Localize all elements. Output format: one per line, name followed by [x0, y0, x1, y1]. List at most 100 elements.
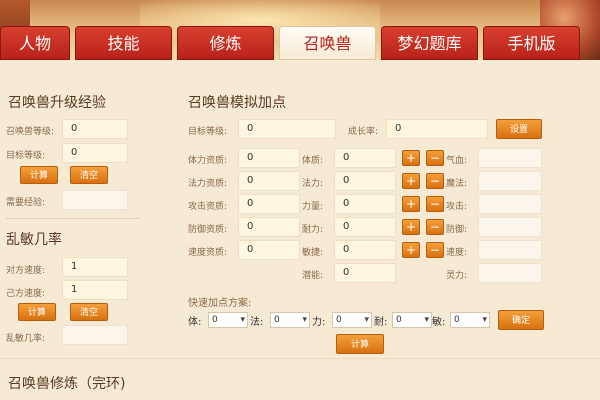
- simulation-panel: 召唤兽模拟加点 目标等级: 0 成长率: 0 设置 体力资质: 0 体质: 0 …: [168, 60, 588, 360]
- need-exp-output: [62, 190, 128, 210]
- enemy-speed-input[interactable]: 1: [62, 257, 128, 277]
- apt-input-mp[interactable]: 0: [238, 171, 300, 191]
- result-output-atk: [478, 194, 542, 214]
- attr-input-end[interactable]: 0: [334, 217, 396, 237]
- sim-calc-button[interactable]: 计算: [336, 334, 384, 354]
- quick-str-select[interactable]: 0 ▾: [332, 312, 372, 328]
- tab-cultivation[interactable]: 修炼: [177, 26, 274, 60]
- plus-button-str[interactable]: +: [402, 196, 420, 212]
- chaos-chance-label: 乱敏几率:: [6, 334, 46, 344]
- quick-str-value: 0: [336, 315, 342, 325]
- chevron-down-icon: ▾: [424, 315, 429, 325]
- growth-label: 成长率:: [348, 127, 379, 137]
- left-divider: [6, 218, 140, 219]
- exp-panel-title: 召唤兽升级经验: [8, 95, 106, 111]
- need-exp-label: 需要经验:: [6, 198, 46, 208]
- tab-question-bank[interactable]: 梦幻题库: [381, 26, 478, 60]
- settings-button[interactable]: 设置: [496, 119, 542, 139]
- sim-target-level-input[interactable]: 0: [238, 119, 336, 139]
- quick-end-value: 0: [396, 315, 402, 325]
- spirit-label: 灵力:: [446, 271, 468, 281]
- result-output-mp: [478, 171, 542, 191]
- main-tabs: 人物 技能 修炼 召唤兽 梦幻题库 手机版: [0, 26, 600, 60]
- footer-section: 召唤兽修炼（完环): [0, 358, 600, 400]
- chevron-down-icon: ▾: [364, 315, 369, 325]
- result-label-def: 防御:: [446, 225, 468, 235]
- left-panel: 召唤兽升级经验 召唤兽等级: 0 目标等级: 0 计算 清空 需要经验: 乱敏几…: [0, 60, 150, 360]
- attr-input-mag[interactable]: 0: [334, 171, 396, 191]
- minus-button-str[interactable]: −: [426, 196, 444, 212]
- plus-button-mag[interactable]: +: [402, 173, 420, 189]
- exp-calc-button[interactable]: 计算: [20, 166, 58, 184]
- quick-agi-select[interactable]: 0 ▾: [450, 312, 490, 328]
- result-output-def: [478, 217, 542, 237]
- attr-label-mag: 法力:: [302, 179, 324, 189]
- apt-label-spd: 速度资质:: [188, 248, 228, 258]
- apt-label-atk: 攻击资质:: [188, 202, 228, 212]
- plus-button-con[interactable]: +: [402, 150, 420, 166]
- result-label-atk: 攻击:: [446, 202, 468, 212]
- attr-label-con: 体质:: [302, 156, 324, 166]
- sim-target-level-label: 目标等级:: [188, 127, 228, 137]
- chaos-panel-title: 乱敏几率: [6, 232, 62, 248]
- quick-con-select[interactable]: 0 ▾: [208, 312, 248, 328]
- attr-input-con[interactable]: 0: [334, 148, 396, 168]
- chaos-clear-button[interactable]: 清空: [70, 303, 108, 321]
- result-label-spd: 速度:: [446, 248, 468, 258]
- current-level-input[interactable]: 0: [62, 119, 128, 139]
- quick-mag-value: 0: [274, 315, 280, 325]
- exp-clear-button[interactable]: 清空: [70, 166, 108, 184]
- chaos-chance-output: [62, 325, 128, 345]
- potential-input[interactable]: 0: [334, 263, 396, 283]
- quick-con-label: 体:: [188, 317, 202, 328]
- potential-label: 潜能:: [302, 271, 324, 281]
- minus-button-mag[interactable]: −: [426, 173, 444, 189]
- result-label-mp: 魔法:: [446, 179, 468, 189]
- chevron-down-icon: ▾: [482, 315, 487, 325]
- apt-label-hp: 体力资质:: [188, 156, 228, 166]
- result-label-hp: 气血:: [446, 156, 468, 166]
- apt-label-mp: 法力资质:: [188, 179, 228, 189]
- attr-label-end: 耐力:: [302, 225, 324, 235]
- chevron-down-icon: ▾: [240, 315, 245, 325]
- chaos-calc-button[interactable]: 计算: [18, 303, 56, 321]
- attr-label-agi: 敏捷:: [302, 248, 324, 258]
- tab-skills[interactable]: 技能: [75, 26, 172, 60]
- quick-mag-select[interactable]: 0 ▾: [270, 312, 310, 328]
- tab-summon-beast[interactable]: 召唤兽: [279, 26, 376, 60]
- chevron-down-icon: ▾: [302, 315, 307, 325]
- tab-character[interactable]: 人物: [0, 26, 70, 60]
- plus-button-end[interactable]: +: [402, 219, 420, 235]
- quick-confirm-button[interactable]: 确定: [498, 310, 544, 330]
- content-area: 召唤兽升级经验 召唤兽等级: 0 目标等级: 0 计算 清空 需要经验: 乱敏几…: [0, 60, 600, 400]
- quick-str-label: 力:: [312, 317, 326, 328]
- apt-input-spd[interactable]: 0: [238, 240, 300, 260]
- minus-button-con[interactable]: −: [426, 150, 444, 166]
- quick-end-select[interactable]: 0 ▾: [392, 312, 432, 328]
- apt-input-atk[interactable]: 0: [238, 194, 300, 214]
- result-output-hp: [478, 148, 542, 168]
- own-speed-label: 己方速度:: [6, 289, 46, 299]
- growth-input[interactable]: 0: [386, 119, 488, 139]
- minus-button-end[interactable]: −: [426, 219, 444, 235]
- quick-con-value: 0: [212, 315, 218, 325]
- attr-input-str[interactable]: 0: [334, 194, 396, 214]
- target-level-label: 目标等级:: [6, 151, 46, 161]
- enemy-speed-label: 对方速度:: [6, 266, 46, 276]
- target-level-input[interactable]: 0: [62, 143, 128, 163]
- own-speed-input[interactable]: 1: [62, 280, 128, 300]
- quick-end-label: 耐:: [374, 317, 388, 328]
- plus-button-agi[interactable]: +: [402, 242, 420, 258]
- quick-plan-title: 快速加点方案:: [188, 298, 252, 309]
- footer-title: 召唤兽修炼（完环): [8, 376, 126, 392]
- quick-agi-value: 0: [454, 315, 460, 325]
- result-output-spd: [478, 240, 542, 260]
- apt-input-def[interactable]: 0: [238, 217, 300, 237]
- attr-input-agi[interactable]: 0: [334, 240, 396, 260]
- minus-button-agi[interactable]: −: [426, 242, 444, 258]
- apt-input-hp[interactable]: 0: [238, 148, 300, 168]
- tab-mobile[interactable]: 手机版: [483, 26, 580, 60]
- sim-panel-title: 召唤兽模拟加点: [188, 95, 286, 111]
- current-level-label: 召唤兽等级:: [6, 127, 55, 137]
- quick-mag-label: 法:: [250, 317, 264, 328]
